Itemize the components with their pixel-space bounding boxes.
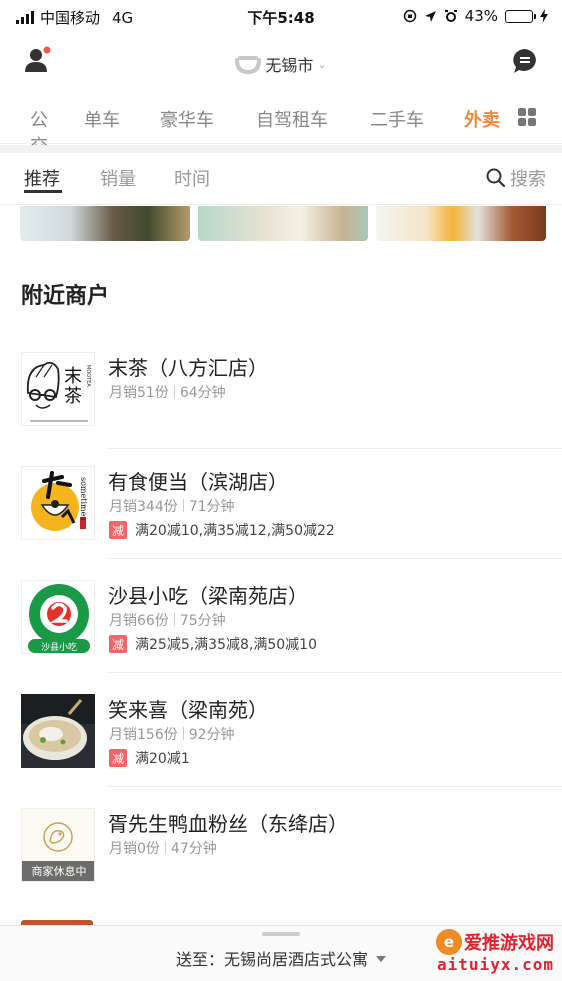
banner-food-1[interactable] (20, 206, 190, 241)
discount-badge: 减 (109, 635, 127, 653)
divider (108, 786, 562, 787)
delivery-address-text: 送至：无锡尚居酒店式公寓 (175, 950, 368, 969)
service-nav: 公交 单车 豪华车 自驾租车 二手车 外卖 (0, 92, 562, 157)
service-tab-bike[interactable]: 单车 (84, 106, 120, 132)
watermark-url: aituiyx.com (437, 955, 554, 974)
discount-badge: 减 (109, 521, 127, 539)
store-logo-youshi: sometimes (21, 466, 95, 540)
message-icon[interactable] (512, 48, 538, 74)
store-name: 胥先生鸭血粉丝（东绛店） (108, 812, 348, 836)
search-button[interactable]: 搜索 (486, 165, 546, 191)
divider (108, 448, 562, 449)
service-tab-car-rental[interactable]: 自驾租车 (256, 106, 328, 132)
store-sales: 月销0份 (109, 841, 160, 857)
banner-carousel (20, 206, 546, 241)
tab-time[interactable]: 时间 (174, 165, 210, 191)
rotation-lock-icon (403, 9, 416, 23)
banner-food-3[interactable] (376, 206, 546, 241)
chevron-down-icon: ⌄ (317, 57, 327, 71)
mootea-logo-icon (26, 361, 88, 422)
city-selector[interactable]: 无锡市 ⌄ (0, 52, 562, 76)
promo-text: 满20减10,满35减12,满50减22 (135, 523, 335, 539)
app-header: 无锡市 ⌄ (0, 32, 562, 92)
watermark-cn: 爱推游戏网 (464, 933, 554, 954)
charging-icon (540, 9, 548, 23)
status-bar: 中国移动 4G 下午5:48 43% (0, 0, 562, 32)
store-meta: 月销0份 47分钟 (109, 838, 217, 858)
store-meta: 月销156份 92分钟 (109, 724, 235, 744)
watermark-title: e 爱推游戏网 (436, 929, 554, 955)
store-promo: 减 满20减1 (109, 748, 190, 768)
store-name: 笑来喜（梁南苑） (108, 698, 268, 722)
store-delivery-time: 71分钟 (188, 499, 235, 515)
store-sales: 月销156份 (109, 727, 178, 743)
search-label: 搜索 (510, 169, 546, 190)
promo-text: 满25减5,满35减8,满50减10 (135, 637, 317, 653)
logo-text: 沙县小吃 (40, 643, 77, 653)
watermark: e 爱推游戏网 aituiyx.com (408, 925, 558, 979)
watermark-logo-icon: e (436, 929, 462, 955)
store-closed-badge: 商家休息中 (22, 861, 94, 881)
store-photo (21, 694, 95, 768)
active-tab-indicator (24, 190, 62, 193)
service-tab-luxury[interactable]: 豪华车 (160, 106, 214, 132)
logo-text: 末茶 (64, 366, 82, 407)
store-delivery-time: 47分钟 (170, 841, 217, 857)
didi-logo-icon (235, 56, 262, 74)
store-logo-shaxian: 沙县小吃 (21, 580, 95, 654)
store-sales: 月销344份 (109, 499, 178, 515)
tab-recommended[interactable]: 推荐 (24, 165, 60, 191)
store-meta: 月销344份 71分钟 (109, 496, 235, 516)
battery-icon (505, 9, 536, 23)
store-delivery-time: 92分钟 (188, 727, 235, 743)
logo-side-text: MOOTEA (85, 365, 91, 387)
store-name: 有食便当（滨湖店） (108, 470, 288, 494)
store-logo-xu: 商家休息中 (21, 808, 95, 882)
store-meta: 月销66份 75分钟 (109, 610, 226, 630)
store-delivery-time: 75分钟 (179, 613, 226, 629)
promo-text: 满20减1 (135, 751, 190, 767)
battery-percent: 43% (464, 7, 498, 25)
service-tab-used-car[interactable]: 二手车 (370, 106, 424, 132)
store-promo: 减 满25减5,满35减8,满50减10 (109, 634, 317, 654)
section-gap (0, 145, 562, 153)
search-icon (486, 168, 506, 188)
store-delivery-time: 64分钟 (179, 385, 226, 401)
store-sales: 月销51份 (109, 385, 169, 401)
store-sales: 月销66份 (109, 613, 169, 629)
alarm-icon (444, 10, 457, 22)
takeaway-page: 中国移动 4G 下午5:48 43% 无锡市 ⌄ 公 单车 豪华车 自驾租车 二… (0, 0, 562, 981)
caret-down-icon (376, 956, 386, 962)
service-tab-takeaway[interactable]: 外卖 (464, 106, 500, 132)
tab-sales[interactable]: 销量 (100, 165, 136, 191)
store-promo: 减 满20减10,满35减12,满50减22 (109, 520, 335, 540)
location-arrow-icon (424, 10, 436, 22)
drag-handle[interactable] (262, 932, 300, 936)
divider (108, 672, 562, 673)
noodle-bowl-photo (21, 694, 95, 768)
nearby-stores-title: 附近商户 (21, 284, 110, 309)
discount-badge: 减 (109, 749, 127, 767)
divider (108, 558, 562, 559)
store-logo-mootea: 末茶 MOOTEA (21, 352, 95, 426)
banner-food-2[interactable] (198, 206, 368, 241)
store-name: 沙县小吃（梁南苑店） (108, 584, 308, 608)
store-meta: 月销51份 64分钟 (109, 382, 226, 402)
grid-menu-icon[interactable] (518, 108, 536, 126)
city-name: 无锡市 (265, 56, 314, 75)
sort-tabs: 推荐 销量 时间 搜索 (0, 153, 562, 205)
store-name: 末茶（八方汇店） (108, 356, 268, 380)
